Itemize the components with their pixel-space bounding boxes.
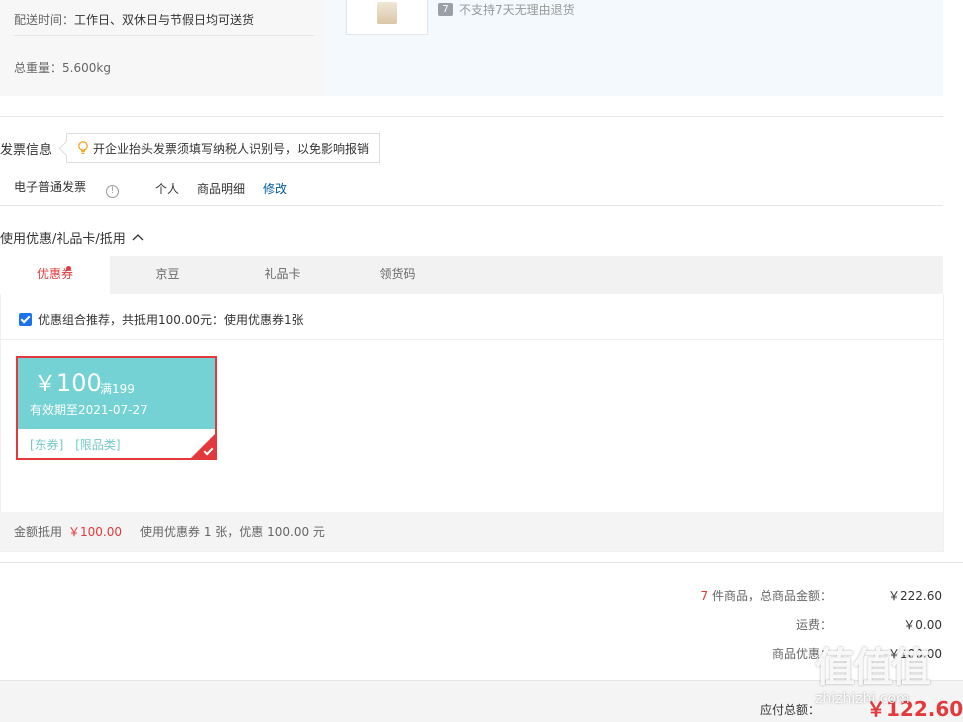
invoice-content: 商品明细 [197, 181, 246, 196]
item-count: 7 [700, 589, 709, 603]
coupon-summary-bar: 金额抵用 ￥100.00 使用优惠券 1 张，优惠 100.00 元 [0, 512, 943, 551]
tab-label: 领货码 [379, 267, 416, 281]
deduction-amount: ￥100.00 [68, 525, 123, 539]
summary-discount: 商品优惠： -￥100.00 [772, 645, 942, 662]
coupon-tabs: 优惠券 京豆 礼品卡 领货码 [0, 256, 943, 294]
delivery-time-label: 配送时间： [14, 13, 75, 27]
tab-label: 京豆 [155, 267, 180, 281]
no-return-icon: 7 [438, 3, 453, 16]
tab-coupons[interactable]: 优惠券 [0, 256, 110, 294]
summary-items-value: ￥222.60 [888, 589, 942, 603]
coupon-amount: ￥100 [34, 369, 102, 399]
divider [14, 35, 314, 36]
tab-label: 礼品卡 [264, 267, 301, 281]
total-weight-label: 总重量： [14, 61, 63, 75]
currency-symbol: ￥ [34, 372, 57, 397]
total-payable-value: ￥122.60 [866, 697, 963, 721]
tab-gift-card[interactable]: 礼品卡 [225, 256, 340, 294]
invoice-tip: 开企业抬头发票须填写纳税人识别号，以免影响报销 [66, 133, 381, 163]
new-dot-icon [66, 266, 71, 271]
coupon-tag: [限品类] [75, 438, 121, 452]
coupon-validity: 有效期至2021-07-27 [30, 403, 148, 417]
invoice-details: 电子普通发票! 个人 商品明细 修改 [14, 178, 305, 198]
tab-pickup-code[interactable]: 领货码 [340, 256, 455, 294]
invoice-type-label: 电子普通发票 [14, 180, 87, 194]
coupon-tag: [东券] [30, 438, 64, 452]
invoice-edit-link[interactable]: 修改 [263, 180, 287, 197]
invoice-title: 发票信息 [0, 143, 53, 158]
coupon-tags: [东券] [限品类] [30, 436, 129, 453]
delivery-time-value: 工作日、双休日与节假日均可送货 [74, 13, 255, 27]
items-label-text: 件商品，总商品金额： [711, 589, 832, 603]
summary-discount-label: 商品优惠： [771, 647, 832, 661]
deduction-text: 使用优惠券 1 张，优惠 100.00 元 [140, 525, 325, 539]
lightbulb-icon [77, 141, 89, 155]
section-divider [0, 116, 943, 117]
total-weight-value: 5.600kg [62, 61, 111, 75]
recommend-checkbox[interactable] [19, 313, 32, 326]
product-image [377, 2, 397, 24]
recommend-combo[interactable]: 优惠组合推荐，共抵用100.00元：使用优惠券1张 [19, 311, 304, 328]
selected-corner [191, 434, 215, 458]
summary-discount-value: -￥100.00 [883, 647, 942, 661]
no-return-notice: 7 不支持7天无理由退货 [438, 1, 575, 18]
coupon-card[interactable]: ￥100 满199 有效期至2021-07-27 [东券] [限品类] [16, 356, 217, 460]
deduction-label: 金额抵用 [14, 525, 63, 539]
total-payable-label: 应付总额： [760, 703, 821, 717]
summary-shipping-value: ￥0.00 [903, 618, 942, 632]
summary-shipping-label: 运费： [795, 618, 832, 632]
invoice-tip-text: 开企业抬头发票须填写纳税人识别号，以免影响报销 [93, 141, 370, 156]
invoice-holder: 个人 [155, 181, 180, 196]
total-weight: 总重量：5.600kg [14, 59, 111, 76]
tab-jingdou[interactable]: 京豆 [110, 256, 225, 294]
delivery-time: 配送时间：工作日、双休日与节假日均可送货 [14, 11, 254, 28]
coupon-section-title: 使用优惠/礼品卡/抵用 [0, 232, 126, 247]
invoice-type: 电子普通发票! [14, 178, 137, 198]
section-divider [0, 562, 963, 563]
summary-items-label: 7 件商品，总商品金额： [701, 587, 832, 604]
info-icon[interactable]: ! [106, 185, 120, 198]
summary-shipping: 运费： ￥0.00 [796, 616, 942, 633]
coupon-value: 100 [56, 369, 102, 397]
recommend-text: 优惠组合推荐，共抵用100.00元：使用优惠券1张 [38, 313, 304, 327]
divider [0, 339, 943, 340]
coupon-card-header: ￥100 满199 有效期至2021-07-27 [18, 358, 215, 429]
coupon-condition: 满199 [100, 382, 135, 396]
chevron-up-icon [132, 230, 144, 245]
no-return-text: 不支持7天无理由退货 [459, 3, 575, 17]
summary-items: 7 件商品，总商品金额： ￥222.60 [701, 587, 942, 604]
product-thumbnail[interactable] [346, 0, 428, 35]
coupon-section-toggle[interactable]: 使用优惠/礼品卡/抵用 [0, 228, 144, 247]
section-divider [0, 205, 943, 206]
